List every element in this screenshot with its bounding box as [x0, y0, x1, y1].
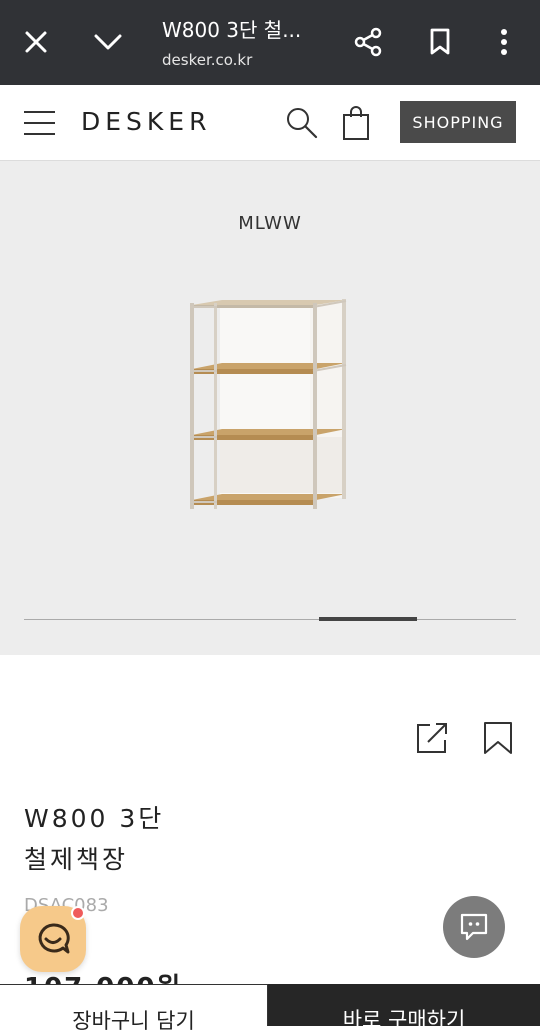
- product-name-line2: 철제책장: [24, 845, 129, 874]
- bottom-action-bar: 장바구니 담기 바로 구매하기: [0, 984, 540, 1033]
- shopping-bag-icon[interactable]: [340, 105, 372, 141]
- site-header: DESKER SHOPPING: [0, 85, 540, 161]
- gallery-slider-track: [24, 619, 516, 620]
- model-code: MLWW: [238, 213, 302, 234]
- gallery-slider-thumb[interactable]: [319, 617, 417, 621]
- product-gallery[interactable]: MLWW: [0, 161, 540, 655]
- wishlist-bookmark-icon[interactable]: [482, 720, 514, 756]
- browser-url[interactable]: desker.co.kr: [162, 51, 252, 69]
- more-vertical-icon[interactable]: [484, 22, 524, 62]
- browser-page-title: W800 3단 철...: [162, 18, 302, 42]
- share-icon[interactable]: [348, 22, 388, 62]
- logo[interactable]: DESKER: [81, 107, 211, 136]
- product-name-line1: W800 3단: [24, 804, 165, 833]
- buy-now-button[interactable]: 바로 구매하기: [268, 984, 540, 1032]
- close-icon[interactable]: [16, 22, 56, 62]
- chevron-down-icon[interactable]: [88, 22, 128, 62]
- speech-bubble-icon: [460, 913, 488, 941]
- product-image-bookshelf[interactable]: [186, 297, 352, 512]
- add-to-cart-button[interactable]: 장바구니 담기: [0, 984, 268, 1033]
- external-share-icon[interactable]: [414, 720, 450, 756]
- shopping-button[interactable]: SHOPPING: [400, 101, 516, 143]
- search-icon[interactable]: [284, 105, 320, 141]
- product-name: W800 3단 철제책장: [24, 798, 164, 880]
- chat-smile-icon: [38, 923, 70, 954]
- bookmark-icon[interactable]: [420, 22, 460, 62]
- browser-toolbar: W800 3단 철... desker.co.kr: [0, 0, 540, 85]
- notification-dot: [71, 906, 85, 920]
- talk-button[interactable]: [443, 896, 505, 958]
- menu-icon[interactable]: [24, 109, 55, 137]
